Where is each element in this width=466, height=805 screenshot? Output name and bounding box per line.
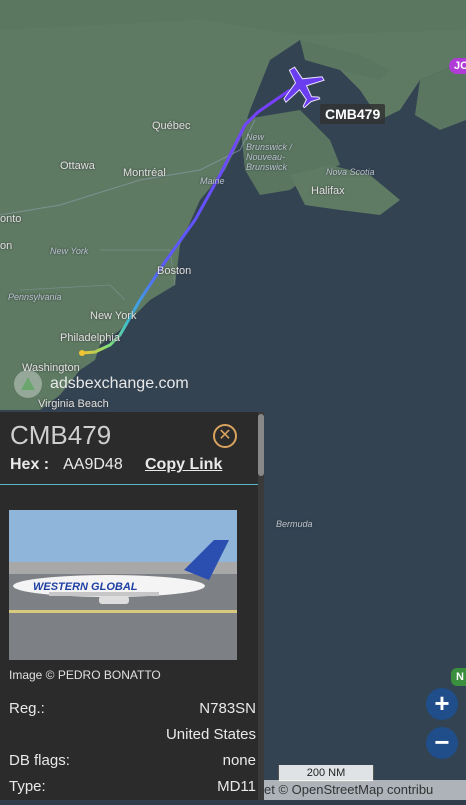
watermark: adsbexchange.com — [14, 370, 189, 398]
jc-badge[interactable]: JC — [449, 58, 466, 74]
map-label-new-york: New York — [90, 310, 137, 322]
zoom-in-button[interactable]: + — [426, 688, 458, 720]
copy-link[interactable]: Copy Link — [145, 456, 222, 474]
photo-credit: Image © PEDRO BONATTO — [9, 668, 161, 682]
map-label-pennsylvania: Pennsylvania — [8, 292, 62, 302]
flight-label[interactable]: CMB479 — [320, 104, 386, 124]
map-label-quebec: Québec — [152, 120, 191, 132]
map-label-philadelphia: Philadelphia — [60, 332, 120, 344]
map-label-new-brunswick: New Brunswick / Nouveau-Brunswick — [246, 132, 293, 172]
country-value: United States — [165, 726, 256, 743]
type-value: MD11 — [217, 778, 256, 795]
panel-callsign: CMB479 — [10, 420, 112, 450]
map-label-ny-state: New York — [50, 246, 89, 256]
panel-scrollbar[interactable] — [258, 412, 264, 800]
map-label-halifax: Halifax — [311, 185, 345, 197]
map-label-virginia-beach: Virginia Beach — [38, 398, 109, 410]
map-label-toronto: onto — [0, 213, 22, 225]
close-button[interactable]: ✕ — [213, 424, 237, 448]
map-label-ottawa: Ottawa — [60, 160, 95, 172]
watermark-text: adsbexchange.com — [50, 375, 189, 392]
map-label-left: on — [0, 240, 13, 252]
aircraft-icon[interactable] — [278, 64, 326, 113]
map-label-nova-scotia: Nova Scotia — [326, 167, 375, 177]
map-label-bermuda: Bermuda — [276, 519, 313, 529]
photo-livery-text: WESTERN GLOBAL — [33, 581, 138, 593]
zoom-out-button[interactable]: − — [426, 727, 458, 759]
map-label-boston: Boston — [157, 265, 192, 277]
n-badge[interactable]: N — [451, 668, 466, 686]
map-label-maine: Maine — [200, 176, 225, 186]
reg-value: N783SN — [199, 700, 256, 717]
map-label-montreal: Montréal — [123, 167, 166, 179]
aircraft-info-panel: CMB479 ✕ Hex : AA9D48 Copy Link WESTERN G… — [0, 412, 264, 800]
aircraft-photo[interactable]: WESTERN GLOBAL — [9, 510, 237, 660]
hex-value: AA9D48 — [63, 456, 123, 473]
scrollbar-thumb[interactable] — [258, 414, 264, 476]
db-flags-label: DB flags: — [9, 752, 70, 769]
hex-label: Hex : — [10, 456, 50, 473]
map-attribution[interactable]: et © OpenStreetMap contribu — [264, 780, 466, 800]
hex-row: Hex : AA9D48 — [10, 456, 123, 474]
db-flags-value: none — [222, 752, 256, 769]
reg-label: Reg.: — [9, 700, 45, 717]
adsb-logo-icon — [14, 370, 42, 398]
divider — [0, 484, 258, 485]
close-icon: ✕ — [218, 427, 232, 444]
type-label: Type: — [9, 778, 46, 795]
